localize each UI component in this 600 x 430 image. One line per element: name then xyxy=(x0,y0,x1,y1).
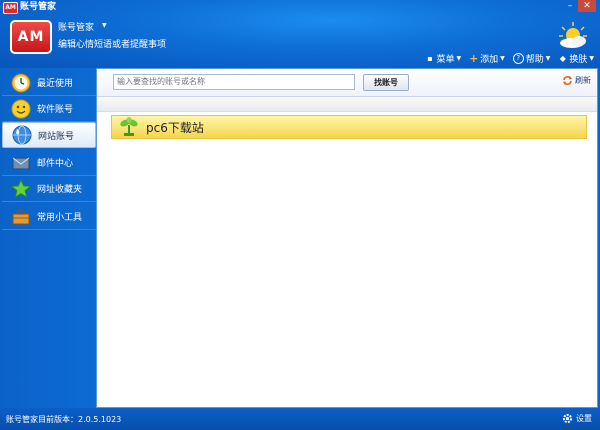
sidebar-item-label: 软件账号 xyxy=(37,105,74,115)
help-label: 帮助 xyxy=(525,55,544,65)
chevron-down-icon: ▼ xyxy=(589,55,594,62)
help-icon: ? xyxy=(512,53,524,64)
gear-icon xyxy=(562,413,573,424)
skin-label: 换肤 xyxy=(569,55,588,65)
app-icon: AM xyxy=(3,2,18,14)
user-name[interactable]: 账号管家 xyxy=(58,20,94,33)
globe-icon xyxy=(12,125,32,145)
sidebar: 最近使用 软件账号 网站账号 邮件中心 网址收藏夹 常用小工具 xyxy=(0,68,96,408)
chevron-down-icon[interactable]: ▼ xyxy=(102,22,107,29)
version-text: 账号管家目前版本：2.0.5.1023 xyxy=(6,415,122,424)
sidebar-item-websites[interactable]: 网站账号 xyxy=(2,122,96,148)
add-button[interactable]: + 添加 ▼ xyxy=(469,52,505,65)
list-item[interactable]: pc6下载站 xyxy=(111,115,587,139)
app-window: AM 账号管家 – ✕ AM 账号管家 ▼ 编辑心情短语或者提醒事项 ▪ 菜单 … xyxy=(0,0,600,430)
sidebar-item-label: 常用小工具 xyxy=(37,213,83,223)
clock-icon xyxy=(11,73,31,92)
close-icon[interactable]: ✕ xyxy=(578,0,596,12)
list-header xyxy=(97,97,597,112)
chevron-down-icon: ▼ xyxy=(500,55,505,62)
smiley-icon xyxy=(11,99,31,118)
help-button[interactable]: ? 帮助 ▼ xyxy=(512,52,551,65)
main-content: 找账号 刷新 pc6下载站 xyxy=(96,68,598,408)
refresh-icon xyxy=(563,76,572,85)
search-button[interactable]: 找账号 xyxy=(363,74,409,91)
user-signature[interactable]: 编辑心情短语或者提醒事项 xyxy=(58,37,166,50)
menu-icon: ▪ xyxy=(427,54,433,63)
plant-logo-icon xyxy=(120,117,138,136)
search-bar: 找账号 刷新 xyxy=(97,69,597,97)
minimize-icon[interactable]: – xyxy=(563,0,577,12)
sidebar-item-label: 网址收藏夹 xyxy=(37,185,83,195)
menu-button[interactable]: ▪ 菜单 ▼ xyxy=(425,52,461,65)
toolbar: ▪ 菜单 ▼ + 添加 ▼ ? 帮助 ▼ ◆ 换肤 ▼ xyxy=(425,52,594,65)
status-bar: 账号管家目前版本：2.0.5.1023 设置 xyxy=(0,408,600,430)
diamond-icon: ◆ xyxy=(559,54,566,63)
refresh-label: 刷新 xyxy=(575,76,591,85)
sidebar-item-label: 最近使用 xyxy=(37,79,74,89)
weather-sun-icon xyxy=(559,22,587,48)
sidebar-item-recent[interactable]: 最近使用 xyxy=(2,70,96,96)
sidebar-item-bookmarks[interactable]: 网址收藏夹 xyxy=(2,176,96,202)
header: AM 账号管家 – ✕ AM 账号管家 ▼ 编辑心情短语或者提醒事项 ▪ 菜单 … xyxy=(0,0,600,68)
toolbox-icon xyxy=(12,209,30,224)
add-label: 添加 xyxy=(480,55,499,65)
mail-icon xyxy=(12,157,30,169)
plus-icon: + xyxy=(469,52,479,65)
chevron-down-icon: ▼ xyxy=(545,55,551,62)
star-icon xyxy=(11,178,31,198)
sidebar-item-label: 网站账号 xyxy=(38,131,75,142)
logo[interactable]: AM xyxy=(10,20,52,54)
skin-button[interactable]: ◆ 换肤 ▼ xyxy=(558,52,594,65)
sidebar-item-software[interactable]: 软件账号 xyxy=(2,96,96,122)
menu-label: 菜单 xyxy=(436,55,455,65)
window-controls: – ✕ xyxy=(563,0,596,12)
settings-button[interactable]: 设置 xyxy=(562,413,592,424)
search-input[interactable] xyxy=(113,74,355,90)
sidebar-item-tools[interactable]: 常用小工具 xyxy=(2,204,96,230)
window-title: 账号管家 xyxy=(20,2,57,12)
list-item-label: pc6下载站 xyxy=(146,120,204,135)
settings-label: 设置 xyxy=(576,414,592,423)
refresh-button[interactable]: 刷新 xyxy=(562,75,591,86)
title-bar[interactable]: AM 账号管家 – ✕ xyxy=(0,0,600,14)
chevron-down-icon: ▼ xyxy=(456,55,462,62)
sidebar-item-mail[interactable]: 邮件中心 xyxy=(2,150,96,176)
sidebar-item-label: 邮件中心 xyxy=(37,159,74,169)
